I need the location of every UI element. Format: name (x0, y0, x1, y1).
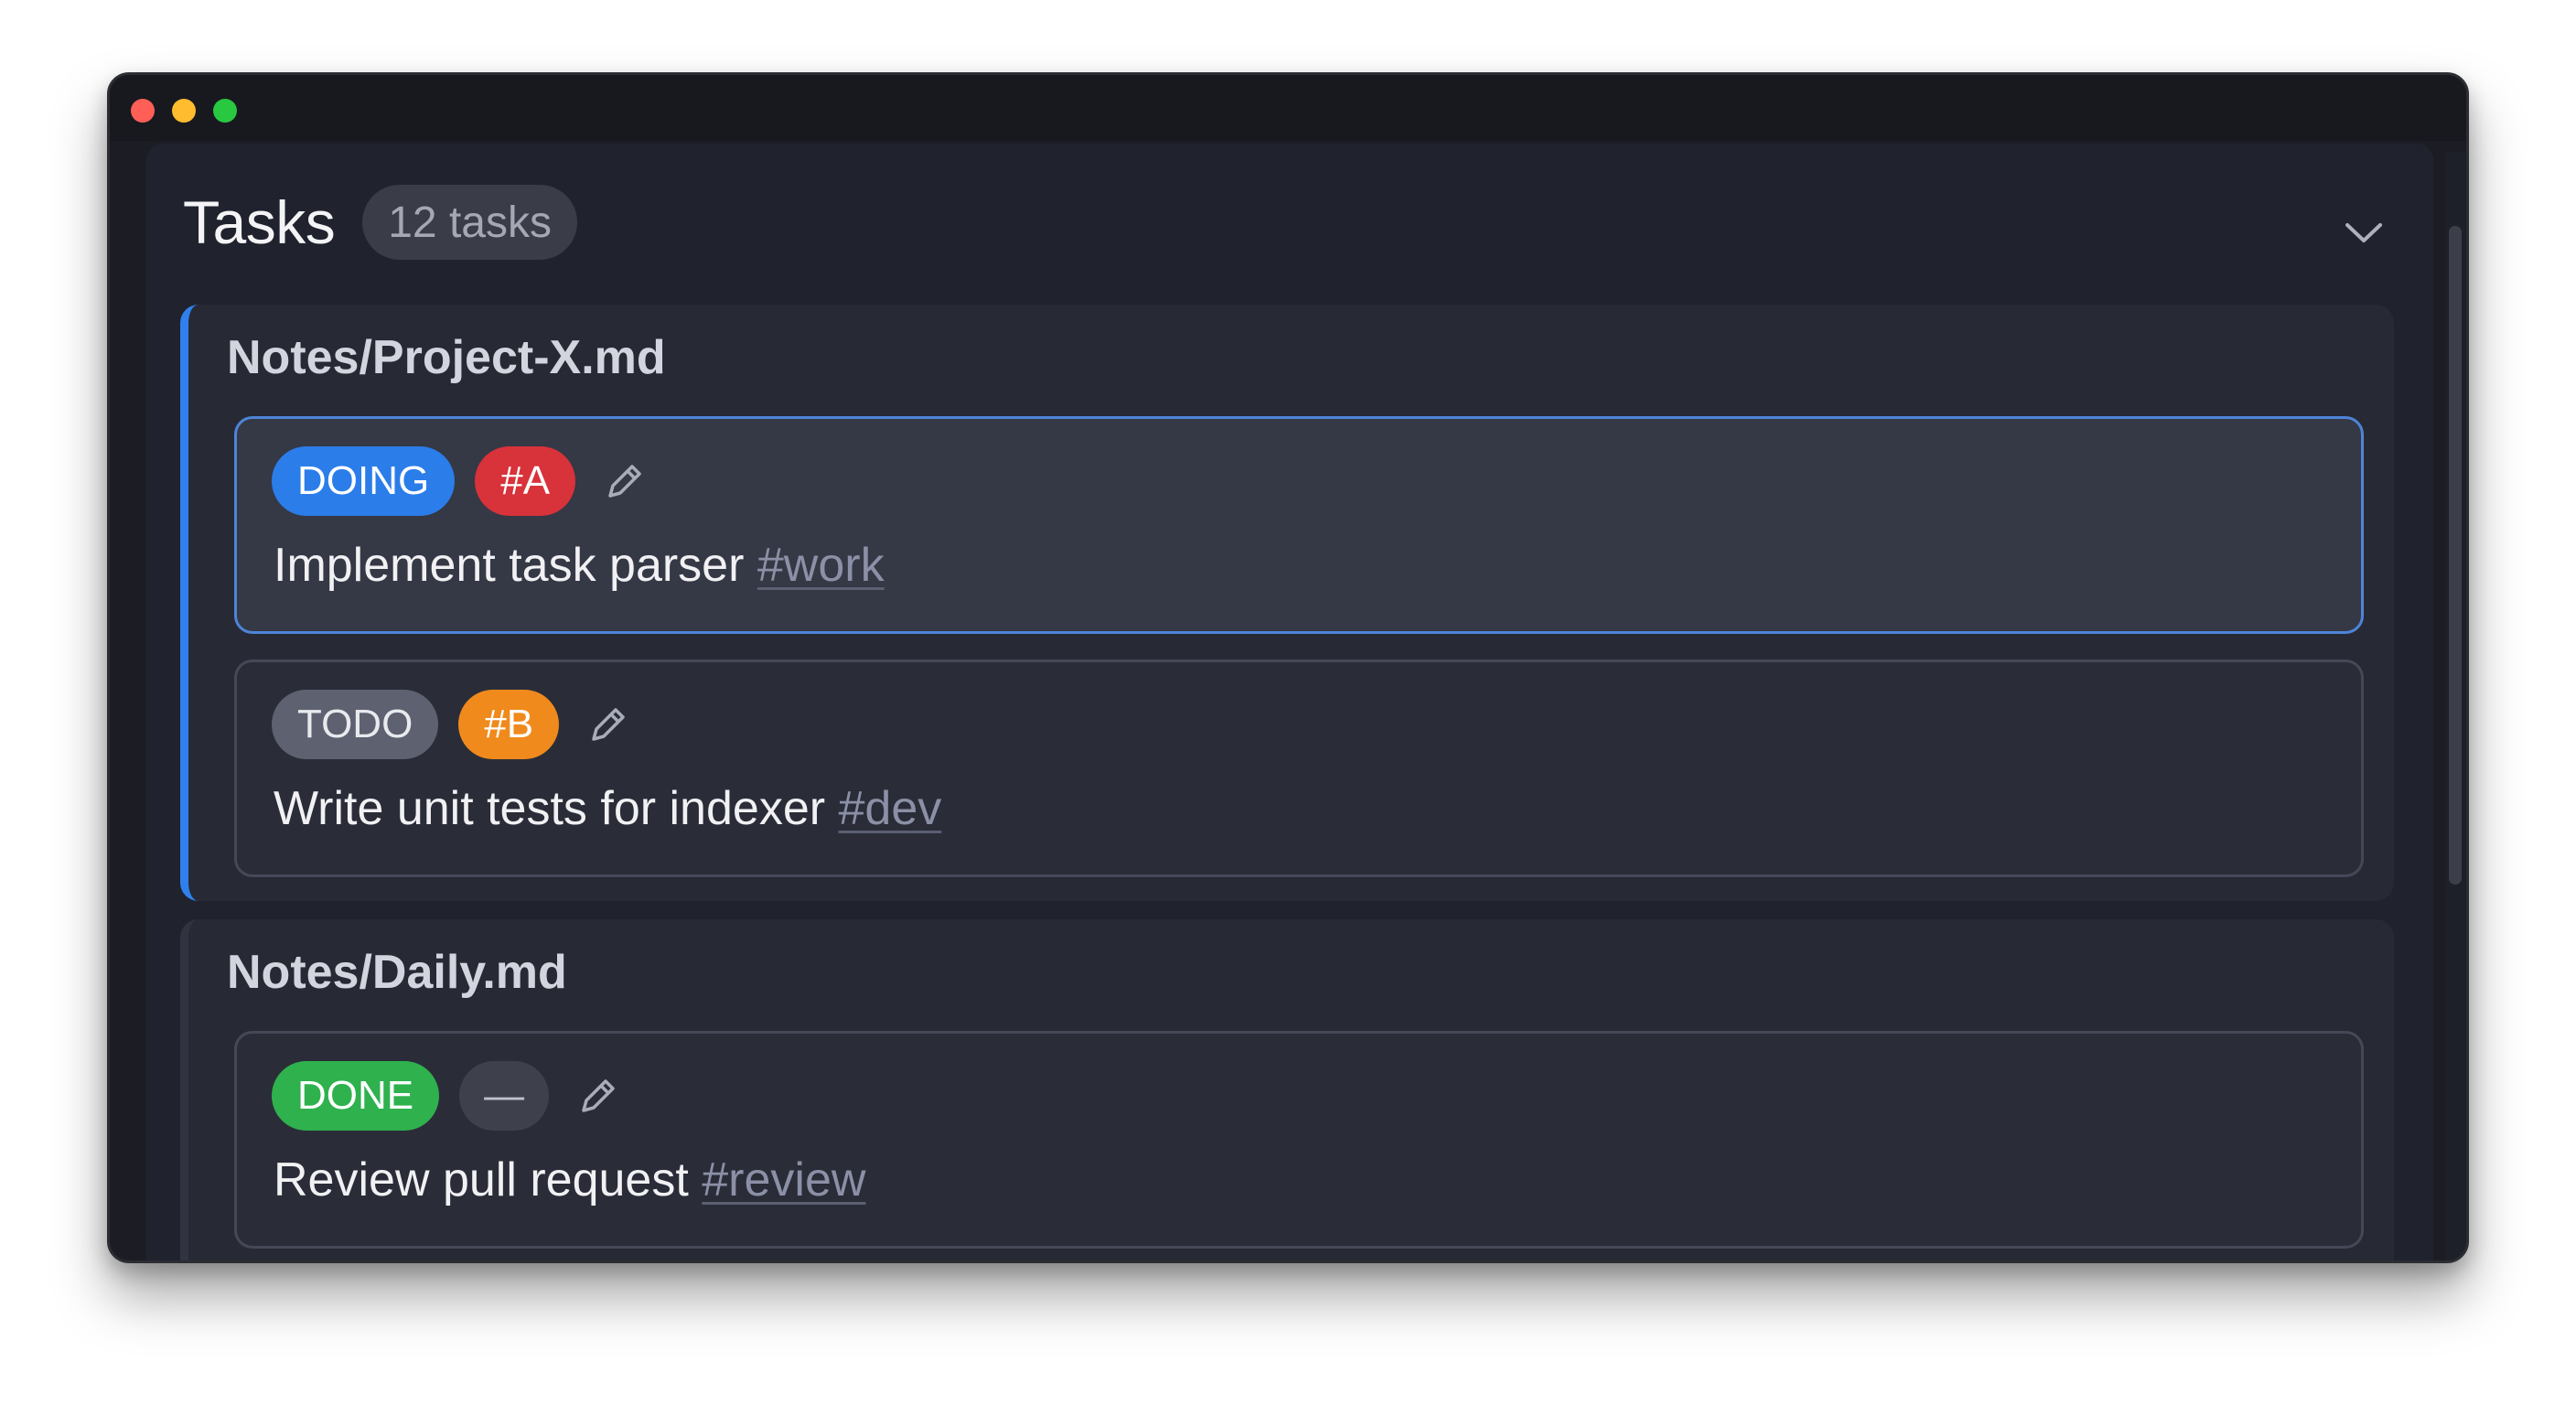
close-window-button[interactable] (131, 99, 155, 123)
pencil-icon (608, 465, 641, 498)
task-card[interactable]: TODO #B Write unit tests for indexer #de… (234, 660, 2364, 877)
file-group-daily: Notes/Daily.md DONE — Review pull reques… (180, 919, 2394, 1260)
status-badge[interactable]: TODO (272, 690, 439, 759)
task-text: Write unit tests for indexer (274, 782, 826, 835)
chevron-down-icon (2345, 223, 2382, 242)
task-description: Review pull request #review (274, 1153, 865, 1207)
priority-badge[interactable]: #B (458, 690, 560, 759)
collapse-button[interactable] (2338, 208, 2389, 259)
task-text: Review pull request (274, 1153, 689, 1207)
task-count-badge: 12 tasks (362, 185, 577, 260)
file-group-title[interactable]: Notes/Project-X.md (227, 330, 666, 385)
pencil-icon (582, 1079, 615, 1112)
task-chips: TODO #B (272, 690, 634, 759)
edit-button[interactable] (573, 1070, 624, 1121)
task-description: Write unit tests for indexer #dev (274, 781, 941, 836)
file-group-project-x: Notes/Project-X.md DOING #A Implement ta… (180, 305, 2394, 901)
edit-button[interactable] (583, 699, 634, 750)
status-badge[interactable]: DONE (272, 1061, 440, 1131)
scrollbar[interactable] (2445, 153, 2465, 1260)
task-text: Implement task parser (274, 539, 745, 592)
task-card[interactable]: DOING #A Implement task parser #work (234, 416, 2364, 634)
minimize-window-button[interactable] (172, 99, 196, 123)
task-card[interactable]: DONE — Review pull request #review (234, 1031, 2364, 1249)
task-chips: DONE — (272, 1061, 624, 1131)
edit-button[interactable] (599, 456, 650, 507)
status-badge[interactable]: DOING (272, 446, 456, 516)
priority-badge[interactable]: — (459, 1061, 550, 1131)
scrollbar-thumb[interactable] (2449, 226, 2462, 885)
pencil-icon (592, 708, 625, 741)
page-title: Tasks (183, 188, 336, 256)
task-description: Implement task parser #work (274, 538, 885, 593)
task-tag-link[interactable]: #work (757, 539, 885, 592)
file-group-title[interactable]: Notes/Daily.md (227, 945, 567, 1000)
priority-badge[interactable]: #A (475, 446, 576, 516)
task-chips: DOING #A (272, 446, 650, 516)
maximize-window-button[interactable] (213, 99, 237, 123)
title-bar (110, 75, 2466, 141)
task-tag-link[interactable]: #review (702, 1153, 865, 1207)
panel-header: Tasks 12 tasks (183, 184, 577, 261)
task-tag-link[interactable]: #dev (839, 782, 942, 835)
